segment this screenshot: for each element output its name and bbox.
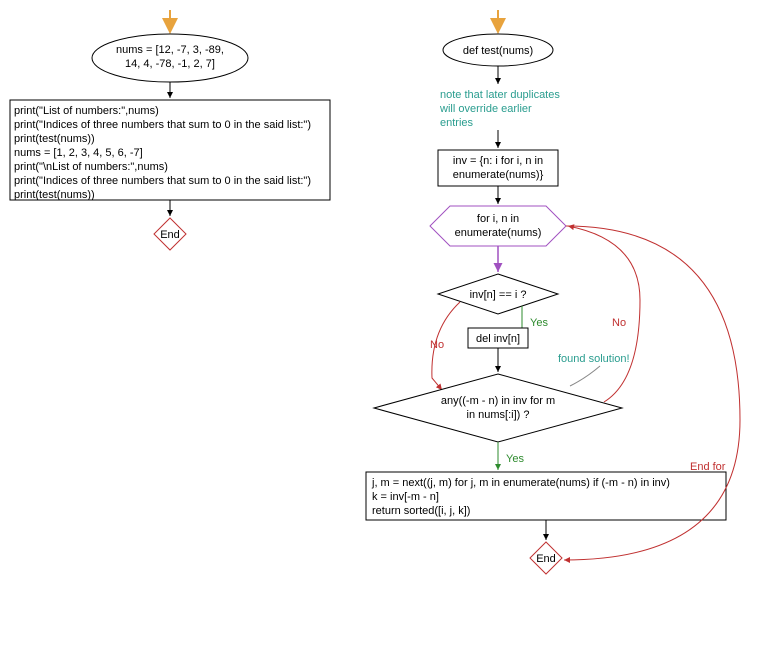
for-node xyxy=(430,206,566,246)
cond2-node xyxy=(374,374,622,442)
left-code-line2: print("Indices of three numbers that sum… xyxy=(14,119,311,131)
end-for-label: End for xyxy=(690,461,726,473)
left-code-line6: print("Indices of three numbers that sum… xyxy=(14,175,311,187)
comment-line1: note that later duplicates xyxy=(440,89,560,101)
cond1-no-label: No xyxy=(430,339,444,351)
left-code-line1: print("List of numbers:",nums) xyxy=(14,105,159,117)
left-start-text-line1: nums = [12, -7, 3, -89, xyxy=(116,44,224,56)
result-line3: return sorted([i, j, k]) xyxy=(372,505,470,517)
comment-line3: entries xyxy=(440,117,474,129)
left-code-line3: print(test(nums)) xyxy=(14,133,95,145)
found-comment-line xyxy=(570,366,600,386)
inv-text-line1: inv = {n: i for i, n in xyxy=(453,155,543,167)
cond2-no-arrow xyxy=(568,226,640,402)
cond1-text: inv[n] == i ? xyxy=(470,289,527,301)
def-text: def test(nums) xyxy=(463,45,533,57)
result-line2: k = inv[-m - n] xyxy=(372,491,439,503)
left-end-text: End xyxy=(160,229,180,241)
left-code-line5: print("\nList of numbers:",nums) xyxy=(14,161,168,173)
cond2-no-label: No xyxy=(612,317,626,329)
cond2-yes-label: Yes xyxy=(506,453,524,465)
for-text-line1: for i, n in xyxy=(477,213,519,225)
comment-line2: will override earlier xyxy=(439,103,532,115)
cond2-text-line2: in nums[:i]) ? xyxy=(467,409,530,421)
result-line1: j, m = next((j, m) for j, m in enumerate… xyxy=(371,477,670,489)
cond1-yes-label: Yes xyxy=(530,317,548,329)
left-code-line4: nums = [1, 2, 3, 4, 5, 6, -7] xyxy=(14,147,143,159)
inv-text-line2: enumerate(nums)} xyxy=(453,169,544,181)
flowchart-canvas: nums = [12, -7, 3, -89, 14, 4, -78, -1, … xyxy=(0,0,762,654)
found-comment: found solution! xyxy=(558,353,630,365)
del-text: del inv[n] xyxy=(476,333,520,345)
left-code-line7: print(test(nums)) xyxy=(14,189,95,201)
cond2-text-line1: any((-m - n) in inv for m xyxy=(441,395,555,407)
left-start-text-line2: 14, 4, -78, -1, 2, 7] xyxy=(125,58,215,70)
for-text-line2: enumerate(nums) xyxy=(455,227,542,239)
right-end-text: End xyxy=(536,553,556,565)
